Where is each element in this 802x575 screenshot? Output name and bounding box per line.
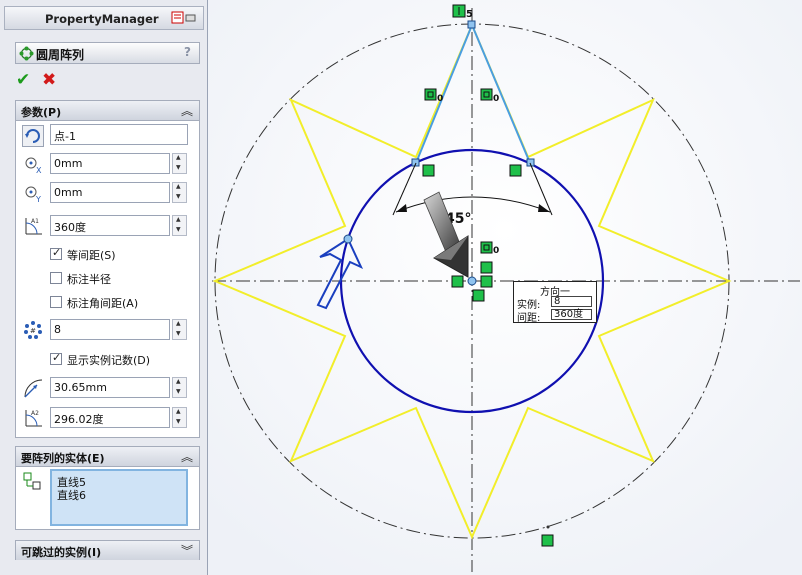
coincident-relation-icon[interactable]: [451, 275, 464, 288]
center-x-field[interactable]: 0mm: [50, 153, 170, 174]
entities-group: 要阵列的实体(E) ︽ 直线5 直线6: [15, 446, 200, 530]
panel-options-icon[interactable]: [171, 11, 197, 25]
callout-spacing-label: 间距:: [517, 313, 541, 324]
feature-title-bar: 圆周阵列 ?: [15, 42, 200, 64]
callout-spacing-value[interactable]: 360度: [551, 309, 592, 320]
equal-spacing-checkbox[interactable]: [50, 246, 62, 260]
arc-angle-field[interactable]: 296.02度: [50, 407, 170, 428]
arc-angle-spinner[interactable]: [172, 407, 187, 428]
center-point-value: 点-1: [54, 130, 76, 143]
cancel-button[interactable]: ✖: [42, 70, 56, 90]
expand-chevron-icon[interactable]: ︾: [181, 542, 193, 559]
instance-count-field[interactable]: 8: [50, 319, 170, 340]
horizontal-relation-icon[interactable]: [472, 289, 485, 302]
arc-angle-value: 296.02度: [54, 413, 104, 426]
circular-pattern-icon: [19, 46, 34, 61]
coincident-relation-icon[interactable]: [480, 261, 493, 274]
pattern-callout[interactable]: 方向一 实例: 8 间距: 360度: [513, 281, 597, 324]
center-x-icon: X: [25, 157, 42, 175]
pattern-center-point[interactable]: [467, 276, 477, 286]
entities-group-header[interactable]: 要阵列的实体(E) ︽: [16, 447, 199, 467]
ok-button[interactable]: ✔: [16, 70, 30, 90]
instance-count-icon: #: [24, 321, 42, 339]
center-y-value: 0mm: [54, 186, 83, 199]
entities-list[interactable]: 直线5 直线6: [50, 469, 188, 526]
total-angle-spinner[interactable]: [172, 215, 187, 236]
property-manager-title: PropertyManager: [45, 12, 159, 26]
center-y-icon: Y: [25, 186, 41, 204]
parameters-group-label: 参数(P): [21, 106, 62, 119]
center-y-spinner[interactable]: [172, 182, 187, 203]
total-angle-value: 360度: [54, 221, 86, 234]
coincident-relation-icon[interactable]: [422, 164, 435, 177]
collapse-chevron-icon[interactable]: ︽: [181, 448, 193, 465]
arc-angle-icon: A2: [25, 410, 42, 427]
instance-count-spinner[interactable]: [172, 319, 187, 340]
property-manager-header: PropertyManager: [4, 6, 204, 30]
rotate-reverse-icon[interactable]: [22, 125, 44, 147]
coincident-relation-icon[interactable]: [480, 275, 493, 288]
relation-label: 5: [466, 9, 473, 20]
svg-text:#: #: [30, 327, 36, 335]
center-x-spinner[interactable]: [172, 153, 187, 174]
svg-text:X: X: [36, 166, 42, 175]
property-manager-panel: PropertyManager 圆周阵列 ? ✔ ✖ 参数(P) ︽ 点-1 X…: [0, 0, 208, 575]
center-point-field[interactable]: 点-1: [50, 124, 188, 145]
relation-label: 0: [493, 246, 499, 256]
relation-label: 0: [437, 94, 443, 104]
total-angle-field[interactable]: 360度: [50, 215, 170, 236]
entities-group-label: 要阵列的实体(E): [21, 452, 105, 465]
circle-point[interactable]: [343, 234, 353, 244]
coincident-relation-icon[interactable]: [509, 164, 522, 177]
center-y-field[interactable]: 0mm: [50, 182, 170, 203]
dim-angle-label: 标注角间距(A): [67, 297, 139, 310]
skip-instances-header[interactable]: 可跳过的实例(I) ︾: [16, 541, 199, 560]
dim-radius-checkbox[interactable]: [50, 272, 62, 284]
show-count-checkbox[interactable]: [50, 351, 62, 365]
callout-instances-value[interactable]: 8: [551, 296, 592, 307]
feature-title: 圆周阵列: [36, 48, 85, 62]
parameters-group-header[interactable]: 参数(P) ︽: [16, 101, 199, 121]
radius-spinner[interactable]: [172, 377, 187, 398]
svg-text:A1: A1: [31, 218, 39, 225]
radius-value: 30.65mm: [54, 381, 107, 394]
graphics-area[interactable]: 45° 5 0 0 0: [208, 0, 802, 575]
collapse-chevron-icon[interactable]: ︽: [181, 102, 193, 119]
relation-label: 0: [493, 94, 499, 104]
list-item[interactable]: 直线6: [57, 487, 86, 503]
parameters-group: 参数(P) ︽ 点-1 X 0mm Y 0mm A1 360度 等间距(S: [15, 100, 200, 438]
svg-text:Y: Y: [35, 195, 41, 204]
total-angle-icon: A1: [25, 218, 42, 235]
dim-angle-checkbox[interactable]: [50, 296, 62, 308]
relation-marker-icon[interactable]: [541, 534, 554, 547]
center-x-value: 0mm: [54, 157, 83, 170]
radius-icon: [24, 379, 43, 398]
help-icon[interactable]: ?: [184, 45, 191, 59]
dim-radius-label: 标注半径: [67, 273, 111, 286]
line-endpoint[interactable]: [467, 20, 476, 29]
skip-instances-label: 可跳过的实例(I): [21, 546, 102, 559]
skip-instances-group: 可跳过的实例(I) ︾: [15, 540, 200, 560]
sketch-entities-icon: [23, 472, 41, 490]
equal-spacing-label: 等间距(S): [67, 249, 116, 262]
instance-count-value: 8: [54, 323, 61, 336]
radius-field[interactable]: 30.65mm: [50, 377, 170, 398]
svg-text:A2: A2: [31, 410, 39, 417]
show-count-label: 显示实例记数(D): [67, 354, 151, 367]
sketch-point: [546, 525, 550, 529]
